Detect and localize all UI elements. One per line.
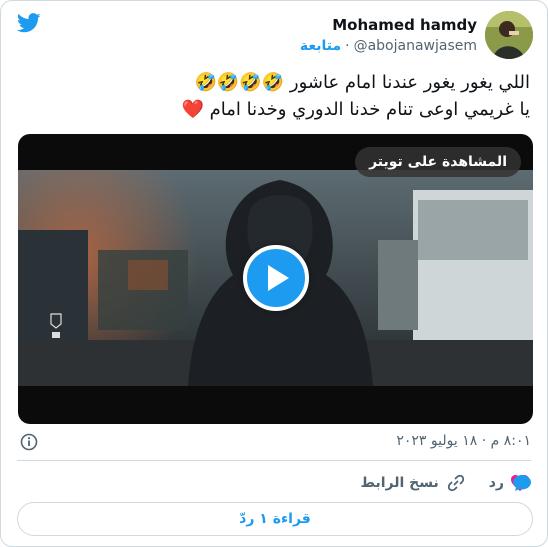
author-handle[interactable]: @abojanawjasem bbox=[354, 38, 477, 54]
reply-button[interactable]: رد bbox=[489, 474, 532, 492]
reply-label: رد bbox=[488, 475, 504, 491]
link-icon bbox=[447, 474, 464, 492]
embedded-tweet-card: Mohamed hamdy متابعة · @abojanawjasem ال… bbox=[0, 0, 548, 547]
avatar-image bbox=[485, 11, 533, 59]
follow-link[interactable]: متابعة bbox=[300, 38, 341, 54]
tweet-text: اللي يغور يغور عندنا امام عاشور 🤣🤣🤣🤣 يا … bbox=[15, 69, 530, 123]
play-button[interactable] bbox=[243, 245, 309, 311]
action-bar: رد نسخ الرابط bbox=[360, 471, 532, 495]
channel-logo bbox=[50, 313, 62, 338]
copy-link-button[interactable]: نسخ الرابط bbox=[360, 474, 464, 492]
author-handle-row: متابعة · @abojanawjasem bbox=[300, 38, 477, 54]
handle-separator: · bbox=[345, 38, 350, 54]
video-player[interactable]: المشاهدة على تويتر bbox=[18, 134, 533, 424]
tweet-text-line-1: اللي يغور يغور عندنا امام عاشور 🤣🤣🤣🤣 bbox=[194, 72, 530, 93]
tweet-text-line-2: يا غريمي اوعى تنام خدنا الدوري وخدنا اما… bbox=[181, 99, 530, 120]
author-display-name[interactable]: Mohamed hamdy bbox=[332, 16, 477, 34]
info-icon[interactable] bbox=[20, 433, 38, 451]
play-icon bbox=[268, 265, 289, 291]
tweet-timestamp[interactable]: ٨:٠١ م · ١٨ يوليو ٢٠٢٣ bbox=[396, 433, 531, 449]
watch-on-twitter-button[interactable]: المشاهدة على تويتر bbox=[355, 147, 521, 177]
twitter-bird-icon[interactable] bbox=[17, 13, 41, 33]
copy-link-label: نسخ الرابط bbox=[360, 475, 439, 491]
read-replies-button[interactable]: قراءة ١ ردّ bbox=[17, 502, 533, 536]
reply-bubble-icon bbox=[513, 475, 531, 491]
divider bbox=[17, 460, 531, 461]
avatar[interactable] bbox=[485, 11, 533, 59]
